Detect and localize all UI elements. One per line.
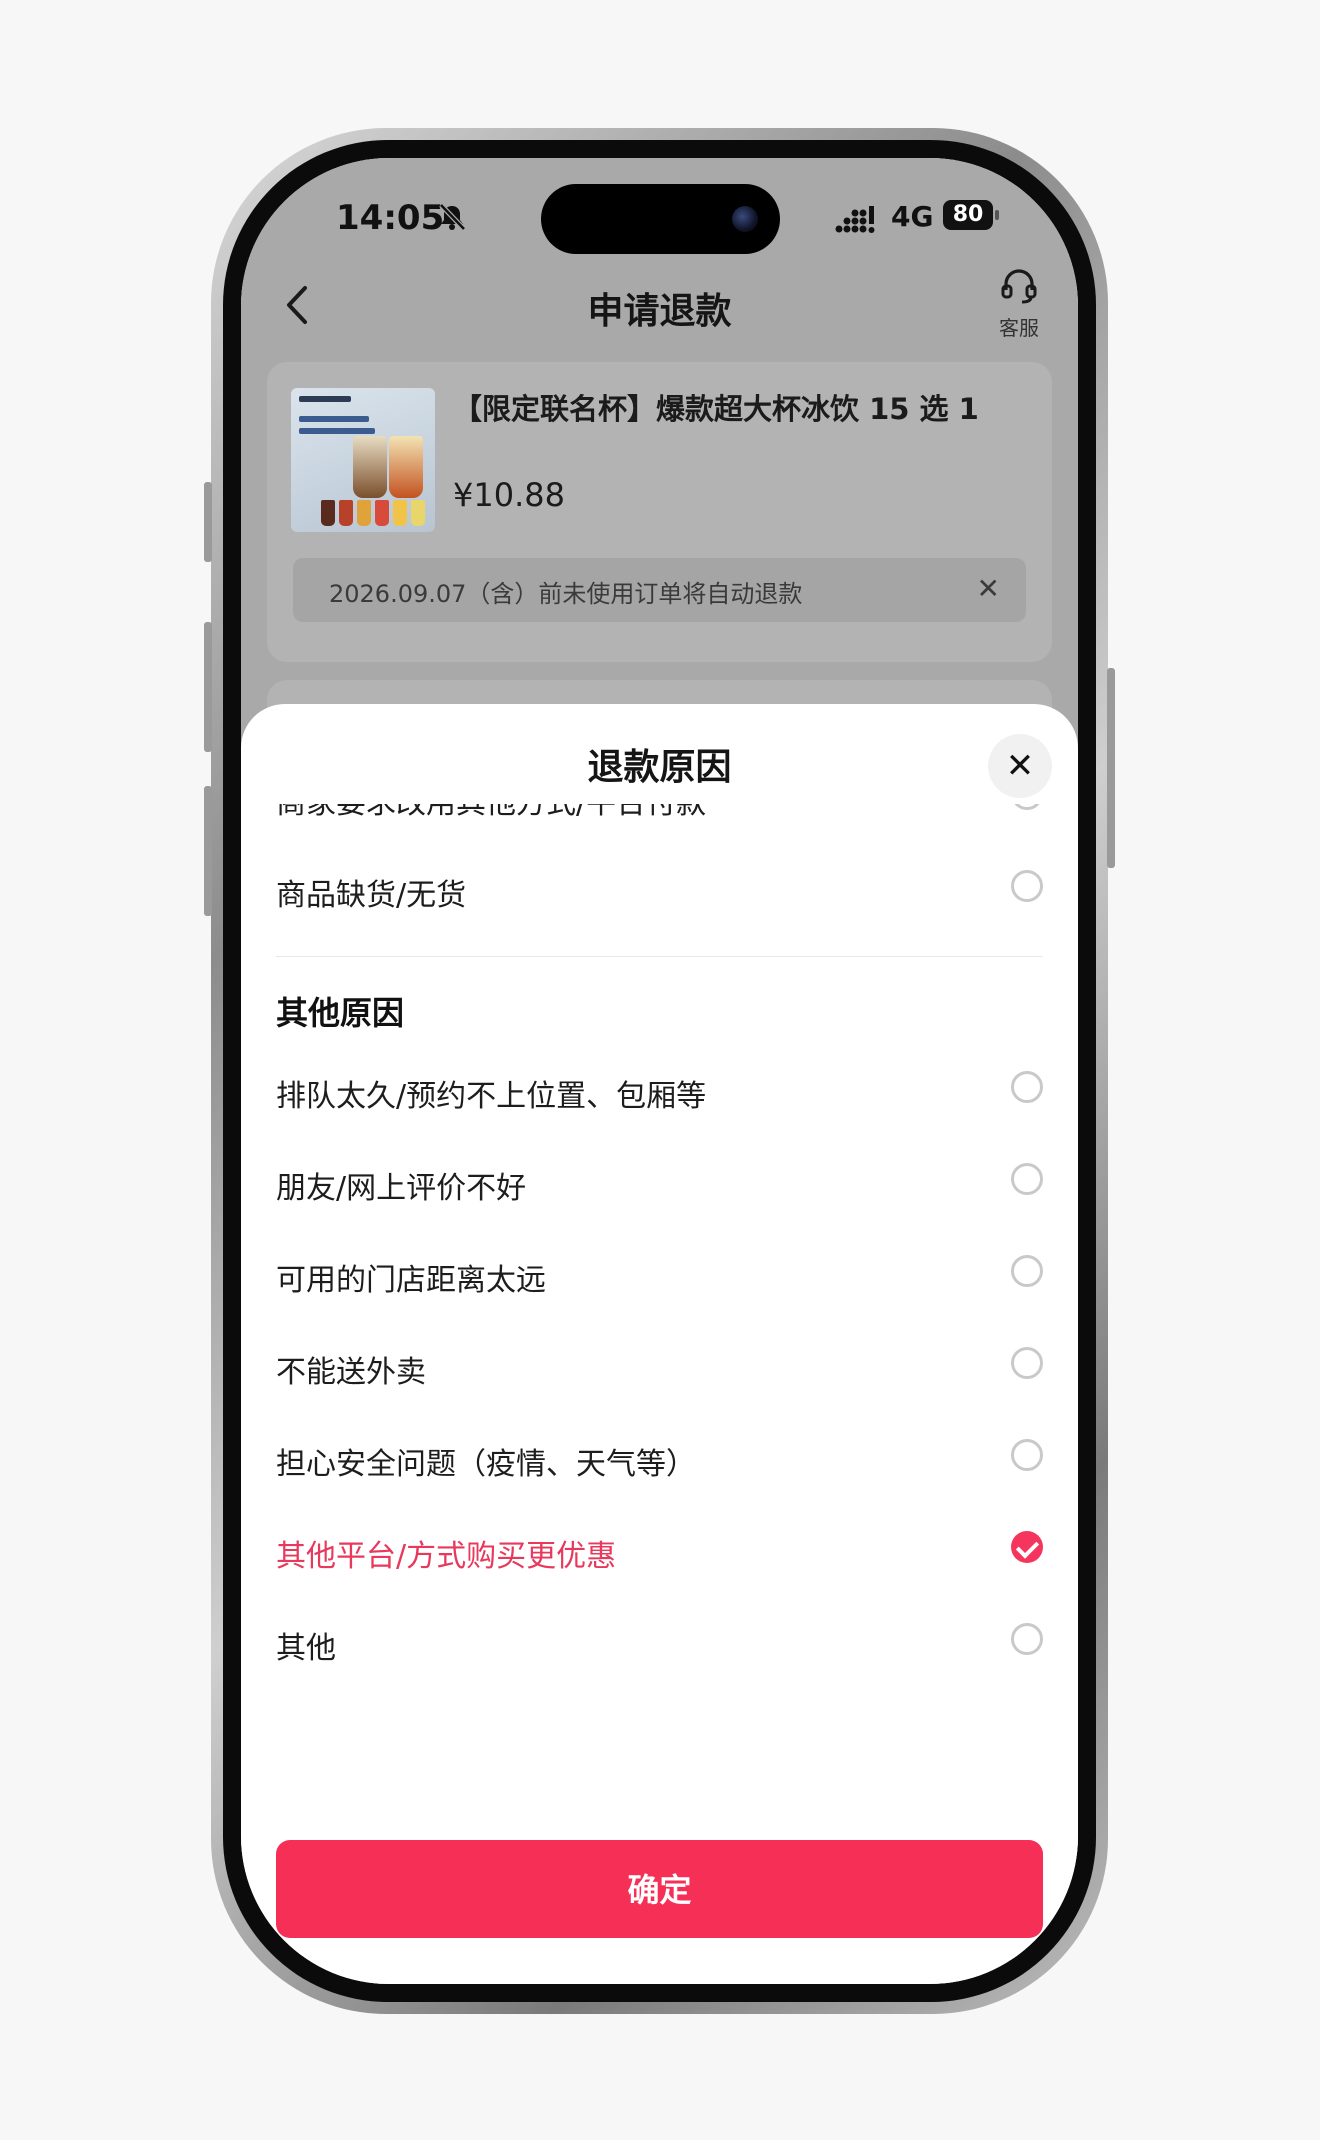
radio-checked-icon[interactable] [1011,1531,1043,1563]
close-icon[interactable]: ✕ [977,572,1000,605]
reason-label: 商家要求改用其他方式/平台付款 [276,804,706,822]
battery-cap [995,210,999,220]
radio-unchecked-icon[interactable] [1011,1163,1043,1195]
refund-reason-sheet: 退款原因 ✕ 商家要求改用其他方式/平台付款 商品缺货/无货 其他原因 排队太久… [241,704,1078,1984]
reason-label: 其他 [276,1631,336,1666]
reason-label: 可用的门店距离太远 [276,1263,546,1298]
network-type: 4G [891,200,934,233]
reason-label: 朋友/网上评价不好 [276,1171,527,1206]
reason-label: 担心安全问题（疫情、天气等） [276,1447,696,1482]
sheet-close-button[interactable]: ✕ [988,734,1052,798]
reason-label: 不能送外卖 [276,1355,426,1390]
page-title: 申请退款 [587,291,732,332]
bell-muted-icon [439,203,466,231]
reason-list-viewport[interactable]: 商家要求改用其他方式/平台付款 商品缺货/无货 其他原因 排队太久/预约不上位置… [241,804,1078,1804]
action-button [204,482,212,562]
section-title-other-reasons: 其他原因 [276,994,405,1032]
radio-unchecked-icon[interactable] [1011,1623,1043,1655]
product-price: ¥10.88 [453,476,565,514]
radio-unchecked-icon[interactable] [1011,870,1043,902]
reason-option[interactable]: 担心安全问题（疫情、天气等） [241,1413,1078,1505]
confirm-button[interactable]: 确定 [276,1840,1043,1938]
product-title: 【限定联名杯】爆款超大杯冰饮 15 选 1 [453,392,979,426]
reason-option[interactable]: 朋友/网上评价不好 [241,1137,1078,1229]
reason-label: 其他平台/方式购买更优惠 [276,1539,617,1574]
radio-unchecked-icon[interactable] [1011,1071,1043,1103]
close-icon: ✕ [1005,746,1035,786]
product-thumbnail [291,388,435,532]
order-card: 【限定联名杯】爆款超大杯冰饮 15 选 1 ¥10.88 2026.09.07（… [267,362,1052,662]
reason-list: 商家要求改用其他方式/平台付款 商品缺货/无货 其他原因 排队太久/预约不上位置… [241,804,1078,1689]
reason-option[interactable]: 可用的门店距离太远 [241,1229,1078,1321]
front-camera [732,206,758,232]
reason-label: 商品缺货/无货 [276,878,467,913]
status-bar: 14:05 4G 80 [241,158,1078,278]
sheet-title: 退款原因 [587,747,732,788]
reason-option[interactable]: 其他 [241,1597,1078,1689]
reason-option[interactable]: 不能送外卖 [241,1321,1078,1413]
radio-unchecked-icon[interactable] [1011,1255,1043,1287]
volume-up-button [204,622,212,752]
radio-unchecked-icon[interactable] [1011,1439,1043,1471]
reason-option-selected[interactable]: 其他平台/方式购买更优惠 [241,1505,1078,1597]
dynamic-island [541,184,780,254]
reason-option[interactable]: 商品缺货/无货 [241,844,1078,936]
customer-service-button[interactable]: 客服 [989,266,1049,341]
divider [276,956,1043,957]
power-button [1107,668,1115,868]
signal-icon [835,206,875,233]
status-time: 14:05 [336,198,445,238]
reason-label: 排队太久/预约不上位置、包厢等 [276,1079,707,1114]
reason-option[interactable]: 排队太久/预约不上位置、包厢等 [241,1045,1078,1137]
battery-indicator: 80 [943,200,993,230]
radio-unchecked-icon[interactable] [1011,804,1043,810]
volume-down-button [204,786,212,916]
radio-unchecked-icon[interactable] [1011,1347,1043,1379]
headset-icon [1001,269,1037,304]
phone-screen: 14:05 4G 80 申请退款 客服 【限定联名杯】爆款超大杯冰饮 15 选 … [241,158,1078,1984]
notice-text: 2026.09.07（含）前未使用订单将自动退款 [329,580,803,608]
reason-option[interactable]: 商家要求改用其他方式/平台付款 [241,804,1078,844]
service-label: 客服 [999,316,1039,340]
auto-refund-notice: 2026.09.07（含）前未使用订单将自动退款 ✕ [293,558,1026,622]
